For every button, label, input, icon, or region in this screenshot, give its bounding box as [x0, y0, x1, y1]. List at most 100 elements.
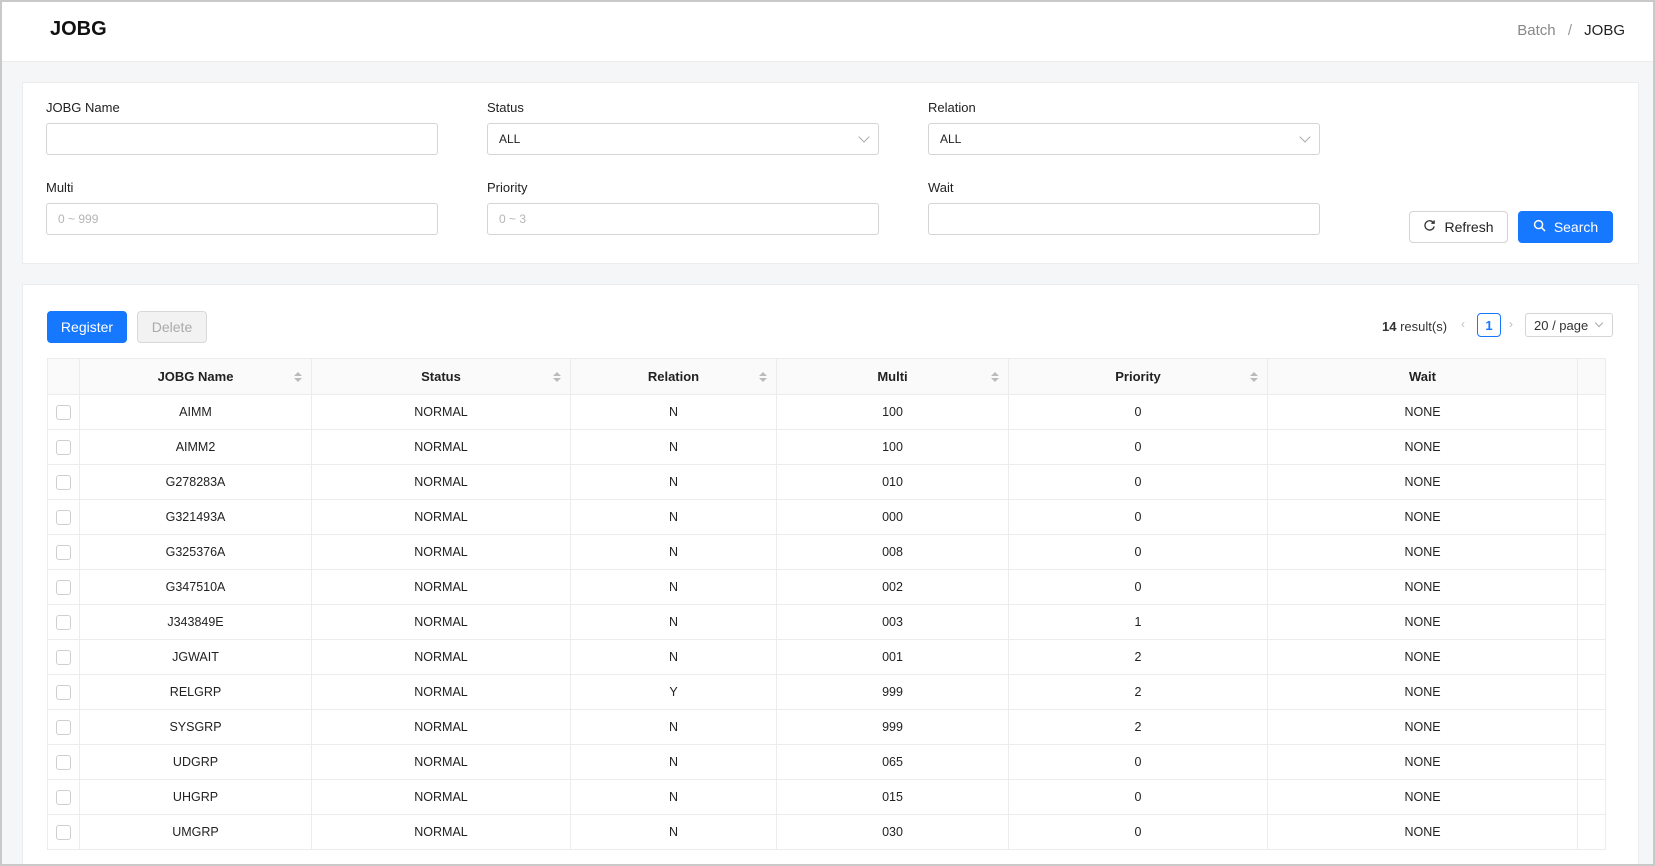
- table-row[interactable]: AIMM NORMAL N 100 0 NONE: [47, 394, 1606, 430]
- cell-wait: NONE: [1267, 814, 1578, 850]
- pagination-next-icon[interactable]: ›: [1509, 317, 1513, 331]
- row-checkbox[interactable]: [56, 684, 71, 700]
- row-checkbox[interactable]: [56, 474, 71, 490]
- jobg-name-label: JOBG Name: [46, 100, 120, 115]
- breadcrumb-item-jobg: JOBG: [1584, 22, 1625, 39]
- cell-wait: NONE: [1267, 604, 1578, 640]
- row-select-cell: [47, 674, 80, 710]
- column-header-label: Multi: [877, 369, 908, 384]
- jobg-table: JOBG Name Status Relation Multi Priority…: [47, 358, 1606, 850]
- cell-jobg-name[interactable]: G325376A: [79, 534, 312, 570]
- row-checkbox[interactable]: [56, 544, 71, 560]
- cell-relation: N: [570, 814, 777, 850]
- priority-input[interactable]: [487, 203, 879, 235]
- jobg-name-field: JOBG Name: [46, 100, 438, 155]
- table-row[interactable]: G325376A NORMAL N 008 0 NONE: [47, 534, 1606, 570]
- cell-jobg-name[interactable]: JGWAIT: [79, 639, 312, 675]
- search-button[interactable]: Search: [1518, 211, 1613, 243]
- scrollbar-gutter-cell: [1577, 814, 1606, 850]
- cell-jobg-name[interactable]: AIMM: [79, 394, 312, 430]
- table-row[interactable]: UDGRP NORMAL N 065 0 NONE: [47, 744, 1606, 780]
- cell-jobg-name[interactable]: UHGRP: [79, 779, 312, 815]
- table-row[interactable]: G347510A NORMAL N 002 0 NONE: [47, 569, 1606, 605]
- row-checkbox[interactable]: [56, 509, 71, 525]
- cell-jobg-name[interactable]: RELGRP: [79, 674, 312, 710]
- relation-select[interactable]: ALL: [928, 123, 1320, 155]
- sort-icon[interactable]: [759, 372, 767, 384]
- table-row[interactable]: AIMM2 NORMAL N 100 0 NONE: [47, 429, 1606, 465]
- row-checkbox[interactable]: [56, 439, 71, 455]
- column-header-multi[interactable]: Multi: [776, 358, 1009, 395]
- table-row[interactable]: RELGRP NORMAL Y 999 2 NONE: [47, 674, 1606, 710]
- table-row[interactable]: J343849E NORMAL N 003 1 NONE: [47, 604, 1606, 640]
- cell-priority: 0: [1008, 499, 1268, 535]
- relation-select-value: ALL: [940, 132, 962, 146]
- delete-button[interactable]: Delete: [137, 311, 207, 343]
- cell-relation: N: [570, 604, 777, 640]
- table-row[interactable]: UMGRP NORMAL N 030 0 NONE: [47, 814, 1606, 850]
- cell-jobg-name[interactable]: UMGRP: [79, 814, 312, 850]
- cell-priority: 0: [1008, 744, 1268, 780]
- scrollbar-gutter-header: [1577, 358, 1606, 395]
- chevron-down-icon: [1299, 131, 1311, 143]
- multi-input[interactable]: [46, 203, 438, 235]
- scrollbar-gutter-cell: [1577, 499, 1606, 535]
- cell-wait: NONE: [1267, 674, 1578, 710]
- page-size-value: 20 / page: [1534, 317, 1589, 333]
- column-header-priority[interactable]: Priority: [1008, 358, 1268, 395]
- status-select[interactable]: ALL: [487, 123, 879, 155]
- row-checkbox[interactable]: [56, 404, 71, 420]
- cell-multi: 065: [776, 744, 1009, 780]
- sort-icon[interactable]: [1250, 372, 1258, 384]
- scrollbar-gutter-cell: [1577, 534, 1606, 570]
- row-select-cell: [47, 639, 80, 675]
- status-select-value: ALL: [499, 132, 521, 146]
- cell-wait: NONE: [1267, 464, 1578, 500]
- column-header-label: JOBG Name: [157, 369, 234, 384]
- cell-relation: N: [570, 394, 777, 430]
- chevron-down-icon: [1594, 318, 1604, 328]
- sort-icon[interactable]: [294, 372, 302, 384]
- cell-wait: NONE: [1267, 744, 1578, 780]
- row-checkbox[interactable]: [56, 719, 71, 735]
- cell-jobg-name[interactable]: G347510A: [79, 569, 312, 605]
- table-row[interactable]: G321493A NORMAL N 000 0 NONE: [47, 499, 1606, 535]
- table-row[interactable]: JGWAIT NORMAL N 001 2 NONE: [47, 639, 1606, 675]
- pagination-prev-icon[interactable]: ‹: [1461, 317, 1465, 331]
- sort-icon[interactable]: [991, 372, 999, 384]
- jobg-name-input[interactable]: [46, 123, 438, 155]
- row-checkbox[interactable]: [56, 789, 71, 805]
- cell-jobg-name[interactable]: J343849E: [79, 604, 312, 640]
- row-checkbox[interactable]: [56, 824, 71, 840]
- cell-priority: 0: [1008, 534, 1268, 570]
- cell-jobg-name[interactable]: G278283A: [79, 464, 312, 500]
- row-checkbox[interactable]: [56, 649, 71, 665]
- refresh-button[interactable]: Refresh: [1409, 211, 1508, 243]
- table-row[interactable]: G278283A NORMAL N 010 0 NONE: [47, 464, 1606, 500]
- table-row[interactable]: SYSGRP NORMAL N 999 2 NONE: [47, 709, 1606, 745]
- cell-wait: NONE: [1267, 534, 1578, 570]
- cell-jobg-name[interactable]: SYSGRP: [79, 709, 312, 745]
- row-checkbox[interactable]: [56, 579, 71, 595]
- cell-jobg-name[interactable]: G321493A: [79, 499, 312, 535]
- breadcrumb: Batch / JOBG: [1517, 22, 1625, 39]
- table-row[interactable]: UHGRP NORMAL N 015 0 NONE: [47, 779, 1606, 815]
- column-header-relation[interactable]: Relation: [570, 358, 777, 395]
- cell-wait: NONE: [1267, 709, 1578, 745]
- cell-jobg-name[interactable]: AIMM2: [79, 429, 312, 465]
- row-checkbox[interactable]: [56, 754, 71, 770]
- pagination-current-page[interactable]: 1: [1477, 313, 1501, 337]
- page-size-select[interactable]: 20 / page: [1525, 313, 1613, 337]
- cell-wait: NONE: [1267, 429, 1578, 465]
- cell-jobg-name[interactable]: UDGRP: [79, 744, 312, 780]
- scrollbar-gutter-cell: [1577, 674, 1606, 710]
- breadcrumb-item-batch[interactable]: Batch: [1517, 22, 1555, 39]
- delete-button-label: Delete: [151, 319, 193, 335]
- column-header-jobg-name[interactable]: JOBG Name: [79, 358, 312, 395]
- wait-input[interactable]: [928, 203, 1320, 235]
- cell-status: NORMAL: [311, 779, 571, 815]
- register-button[interactable]: Register: [47, 311, 127, 343]
- sort-icon[interactable]: [553, 372, 561, 384]
- column-header-status[interactable]: Status: [311, 358, 571, 395]
- row-checkbox[interactable]: [56, 614, 71, 630]
